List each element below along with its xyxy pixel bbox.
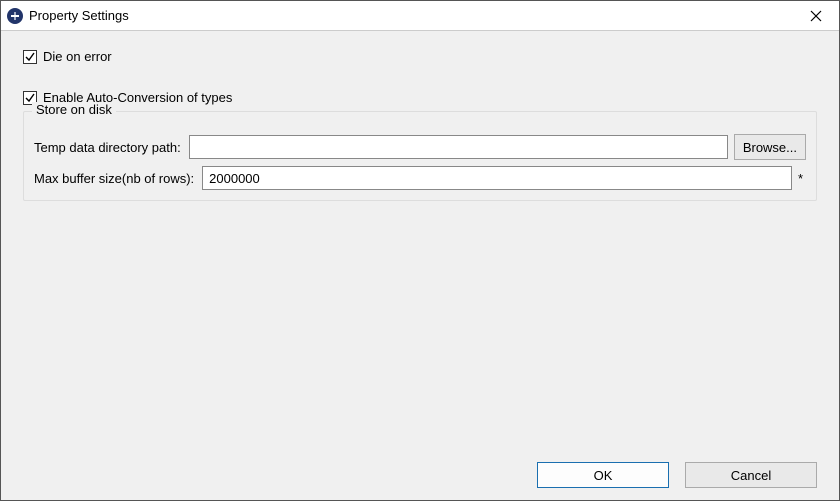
enable-autoconv-row: Enable Auto-Conversion of types bbox=[23, 90, 817, 105]
max-buffer-row: Max buffer size(nb of rows): * bbox=[34, 166, 806, 190]
required-mark: * bbox=[798, 171, 806, 186]
browse-button[interactable]: Browse... bbox=[734, 134, 806, 160]
die-on-error-checkbox[interactable] bbox=[23, 50, 37, 64]
store-on-disk-group: Store on disk Temp data directory path: … bbox=[23, 111, 817, 201]
property-settings-dialog: Property Settings Die on error Enabl bbox=[0, 0, 840, 501]
cancel-button[interactable]: Cancel bbox=[685, 462, 817, 488]
temp-path-label: Temp data directory path: bbox=[34, 140, 189, 155]
titlebar: Property Settings bbox=[1, 1, 839, 31]
temp-path-input[interactable] bbox=[189, 135, 728, 159]
window-title: Property Settings bbox=[29, 8, 793, 23]
dialog-footer: OK Cancel bbox=[1, 450, 839, 500]
die-on-error-label: Die on error bbox=[43, 49, 112, 64]
close-button[interactable] bbox=[793, 1, 839, 31]
app-icon bbox=[7, 8, 23, 24]
max-buffer-label: Max buffer size(nb of rows): bbox=[34, 171, 202, 186]
group-title: Store on disk bbox=[32, 102, 116, 117]
temp-path-row: Temp data directory path: Browse... bbox=[34, 134, 806, 160]
check-icon bbox=[24, 51, 36, 63]
die-on-error-row: Die on error bbox=[23, 49, 817, 64]
dialog-body: Die on error Enable Auto-Conversion of t… bbox=[1, 31, 839, 450]
max-buffer-input[interactable] bbox=[202, 166, 792, 190]
ok-button[interactable]: OK bbox=[537, 462, 669, 488]
close-icon bbox=[810, 10, 822, 22]
